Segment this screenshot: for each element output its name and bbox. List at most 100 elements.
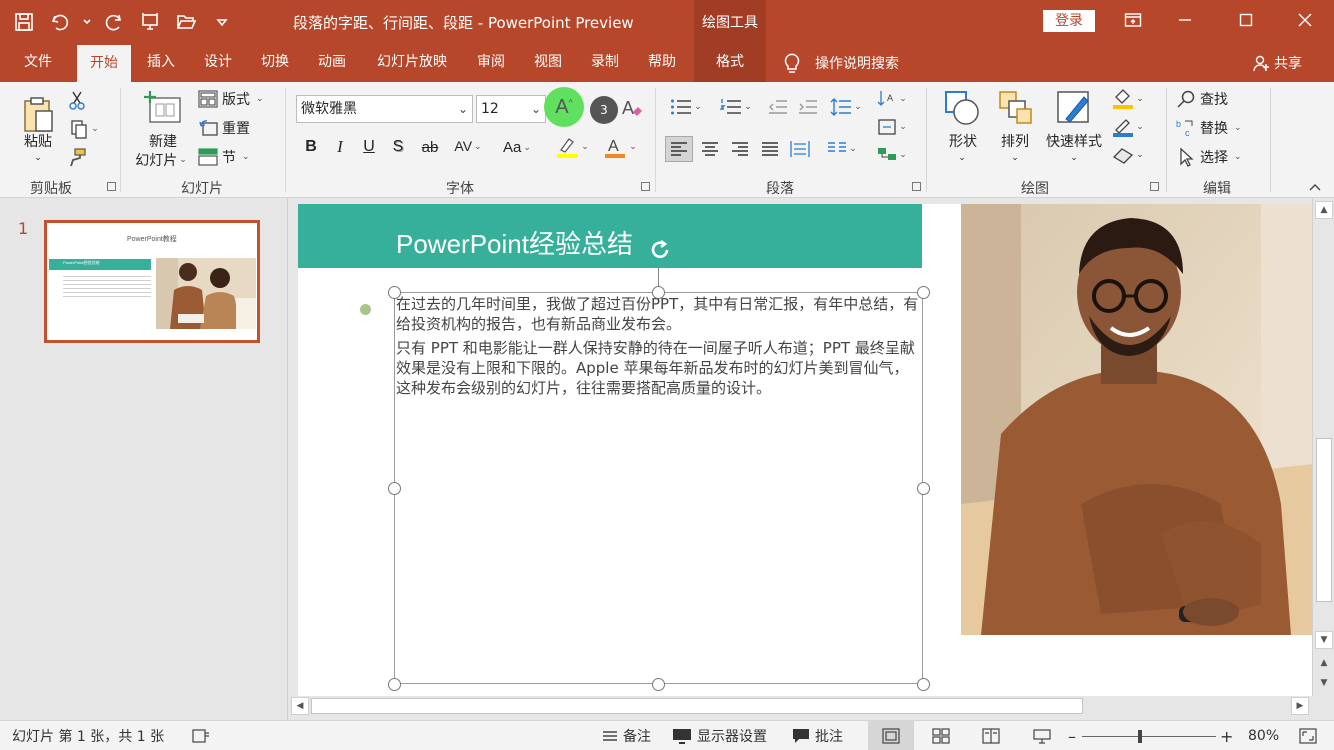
tab-review[interactable]: 审阅 [466,44,516,82]
select-button[interactable]: 选择 ⌄ [1176,146,1256,168]
paragraph-2[interactable]: 只有 PPT 和电影能让一群人保持安静的待在一间屋子听人布道；PPT 最终呈献效… [396,338,920,398]
vertical-scrollbar[interactable]: ▲ ▼ ▲ ▼ [1312,198,1334,696]
resize-handle-top-left[interactable] [388,286,401,299]
ribbon-display-options-icon[interactable] [1110,0,1156,40]
normal-view-icon[interactable] [868,721,914,750]
horizontal-scrollbar[interactable]: ◀ ▶ [289,696,1312,716]
zoom-in-icon[interactable]: + [1220,721,1233,750]
strikethrough-icon[interactable]: ab [417,136,443,158]
login-button[interactable]: 登录 [1043,10,1095,32]
line-spacing-button[interactable]: ⌄ [826,96,866,118]
font-name-dropdown-icon[interactable]: ⌄ [458,96,468,122]
resize-handle-bottom[interactable] [652,678,665,691]
resize-handle-bottom-left[interactable] [388,678,401,691]
slide-title[interactable]: PowerPoint经验总结 [396,224,633,261]
align-center-icon[interactable] [697,136,723,162]
minimize-icon[interactable] [1162,0,1208,40]
justify-icon[interactable] [757,136,783,162]
columns-button[interactable]: ⌄ [822,136,862,162]
tab-design[interactable]: 设计 [193,44,243,82]
close-icon[interactable] [1282,0,1328,40]
paragraph-launcher-icon[interactable] [912,182,921,191]
shape-fill-button[interactable]: ⌄ [1108,88,1148,110]
collapse-ribbon-icon[interactable] [1306,180,1324,194]
font-color-button[interactable]: A ⌄ [598,134,642,160]
layout-button[interactable]: 版式 ⌄ [198,88,268,110]
scroll-up-icon[interactable]: ▲ [1315,201,1333,219]
slide-sorter-icon[interactable] [932,721,950,750]
italic-icon[interactable]: I [329,136,351,158]
slide-photo[interactable] [961,204,1312,635]
quick-styles-dropdown-icon[interactable]: ⌄ [1067,152,1081,164]
bold-icon[interactable]: B [300,136,322,158]
resize-handle-left[interactable] [388,482,401,495]
text-shadow-icon[interactable]: S [387,136,409,158]
increase-font-size-button[interactable]: A^ [544,87,584,127]
highlight-color-button[interactable]: ⌄ [550,134,594,160]
format-painter-icon[interactable] [66,146,88,168]
character-spacing-button[interactable]: AV ⌄ [448,134,488,158]
font-name-combo[interactable]: 微软雅黑 ⌄ [296,95,473,123]
cut-icon[interactable] [66,90,88,112]
tab-animations[interactable]: 动画 [307,44,357,82]
font-size-dropdown-icon[interactable]: ⌄ [531,96,541,122]
fit-to-window-icon[interactable] [1298,721,1318,750]
distributed-icon[interactable] [787,136,813,162]
scroll-right-icon[interactable]: ▶ [1291,697,1309,715]
decrease-indent-icon[interactable] [766,96,790,118]
slideshow-view-icon[interactable] [1033,721,1051,750]
paragraph-1[interactable]: 在过去的几年时间里，我做了超过百份PPT，其中有日常汇报，有年中总结，有给投资机… [396,294,926,334]
next-slide-icon[interactable]: ▼ [1315,674,1333,692]
scroll-down-icon[interactable]: ▼ [1315,631,1333,649]
drawing-launcher-icon[interactable] [1150,182,1159,191]
save-icon[interactable] [10,8,38,36]
resize-handle-top[interactable] [652,286,665,299]
zoom-slider-thumb[interactable] [1138,730,1142,743]
undo-dropdown-icon[interactable] [82,8,92,36]
slide-canvas[interactable]: PowerPoint经验总结 在过去的几年时间里，我做了超过百份PPT，其中有日… [298,204,1312,696]
comments-button[interactable]: 批注 [792,721,843,750]
resize-handle-bottom-right[interactable] [917,678,930,691]
tab-insert[interactable]: 插入 [136,44,186,82]
open-folder-icon[interactable] [172,8,200,36]
find-button[interactable]: 查找 [1176,88,1236,110]
tell-me-search[interactable]: 操作说明搜索 [783,44,899,82]
notes-button[interactable]: 备注 [602,721,651,750]
tab-transitions[interactable]: 切换 [250,44,300,82]
text-direction-button[interactable]: A ⌄ [874,88,910,110]
replace-button[interactable]: bc 替换 ⌄ [1176,117,1256,139]
shapes-button[interactable] [940,88,984,128]
rotate-handle-icon[interactable] [646,238,674,262]
accessibility-icon[interactable] [192,721,210,750]
tab-format[interactable]: 格式 [694,44,766,82]
horizontal-scroll-thumb[interactable] [311,698,1083,714]
bullets-button[interactable]: ⌄ [666,96,706,118]
maximize-icon[interactable] [1223,0,1269,40]
increase-indent-icon[interactable] [796,96,820,118]
smartart-button[interactable]: ⌄ [874,144,910,166]
zoom-slider-track[interactable] [1082,736,1216,737]
reading-view-icon[interactable] [982,721,1000,750]
align-right-icon[interactable] [727,136,753,162]
shape-outline-button[interactable]: ⌄ [1108,116,1148,138]
customize-qat-icon[interactable] [208,8,236,36]
clear-formatting-icon[interactable]: A [620,96,644,120]
previous-slide-icon[interactable]: ▲ [1315,654,1333,672]
copy-button[interactable]: ⌄ [66,118,102,140]
numbering-button[interactable]: ⌄ [716,96,756,118]
tab-help[interactable]: 帮助 [637,44,687,82]
slide-thumbnail[interactable]: PowerPoint教程 PowerPoint经验总结 [44,220,260,343]
vertical-scroll-thumb[interactable] [1316,438,1332,602]
align-left-icon[interactable] [665,136,693,162]
quick-styles-button[interactable] [1052,88,1096,128]
shape-effects-button[interactable]: ⌄ [1108,144,1148,166]
new-slide-button[interactable] [140,88,184,128]
tab-home[interactable]: 开始 [77,45,131,82]
paste-dropdown-icon[interactable]: ⌄ [30,152,46,164]
tab-record[interactable]: 录制 [580,44,630,82]
change-case-button[interactable]: Aa ⌄ [496,136,538,158]
tab-file[interactable]: 文件 [12,44,64,82]
display-settings-button[interactable]: 显示器设置 [672,721,767,750]
resize-handle-top-right[interactable] [917,286,930,299]
underline-icon[interactable]: U [358,136,380,158]
